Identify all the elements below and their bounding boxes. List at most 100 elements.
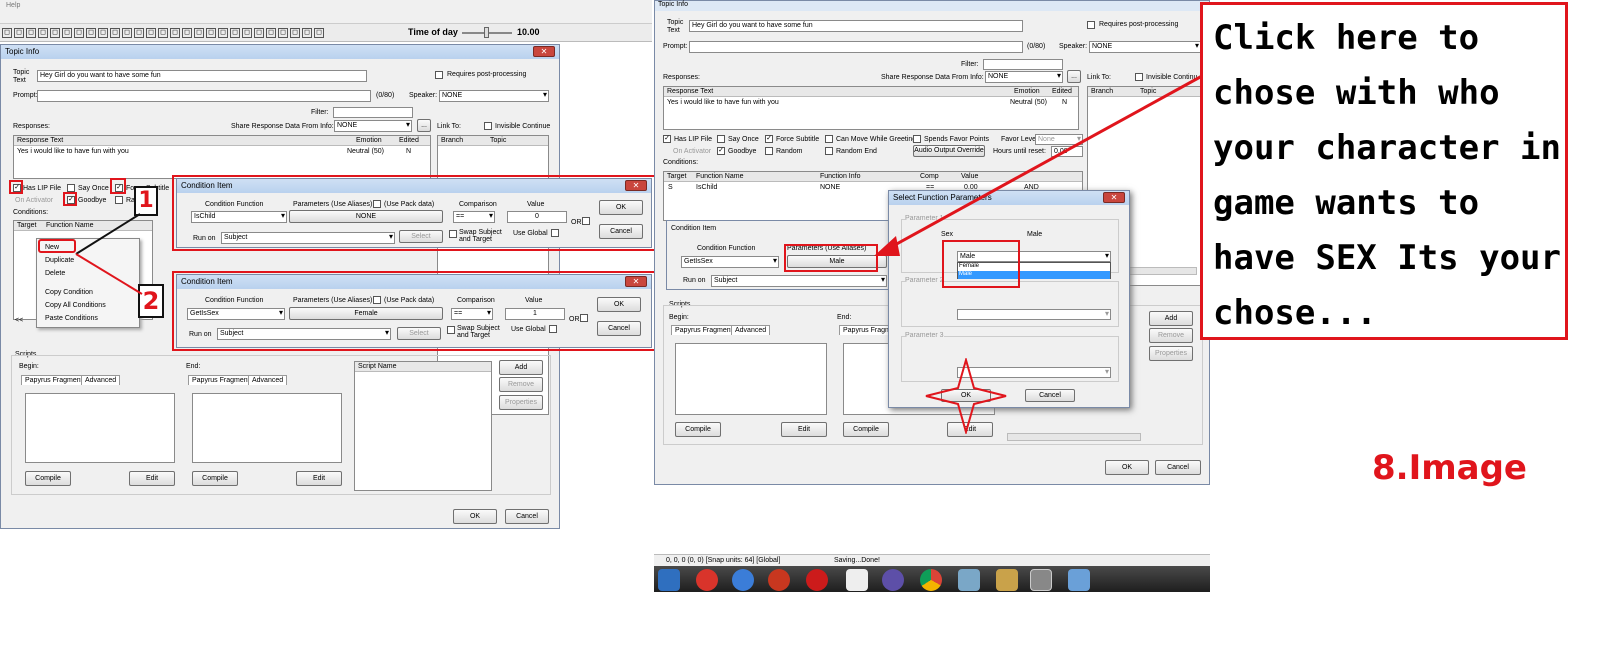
tab-papyrus-fragment[interactable]: Papyrus Fragment [188,375,254,385]
remove-script-button[interactable]: Remove [1149,328,1193,343]
random-label: Random [776,148,803,155]
tab-advanced[interactable]: Advanced [248,375,288,385]
annotation-box: Click here to chose with who your charac… [1200,2,1568,340]
speaker-dropdown[interactable]: NONE [1089,41,1201,53]
condition-function-dropdown[interactable]: GetIsSex [681,256,779,268]
column-header[interactable]: Function Info [820,173,860,180]
prompt-field[interactable] [689,41,1023,53]
properties-button[interactable]: Properties [1149,346,1193,361]
hscroll[interactable] [1007,433,1141,441]
ok-button[interactable]: OK [453,509,497,524]
tab-advanced[interactable]: Advanced [731,325,771,335]
begin-label: Begin: [669,314,689,321]
conditions-label: Conditions: [663,159,699,166]
photo-viewer-icon[interactable] [1068,569,1090,591]
has-lip-checkbox[interactable]: ✓ [663,135,671,143]
properties-button[interactable]: Properties [499,395,543,410]
topic-text-field[interactable]: Hey Girl do you want to have some fun [689,20,1023,32]
begin-label: Begin: [19,363,39,370]
edit-button[interactable]: Edit [129,471,175,486]
media-player-icon[interactable] [658,569,680,591]
goodbye-checkbox[interactable]: ✓ [717,147,725,155]
column-header[interactable]: Response Text [667,88,713,95]
app-blue-icon[interactable] [732,569,754,591]
column-header[interactable]: Script Name [358,363,397,370]
responses-label: Responses: [663,74,700,81]
prompt-count: (0/80) [1027,43,1046,50]
goodbye-label: Goodbye [728,148,757,155]
cond-target-cell: S [668,184,673,191]
say-once-checkbox[interactable] [717,135,725,143]
say-once-label: Say Once [728,136,759,143]
compile-button[interactable]: Compile [25,471,71,486]
paint-icon[interactable] [996,569,1018,591]
cond-info-cell: NONE [820,184,841,191]
document-icon[interactable] [846,569,868,591]
status-bar: 0, 0, 0 (0, 0) [Snap units: 64] [Global]… [654,554,1210,566]
column-header[interactable]: Target [667,173,686,180]
can-move-checkbox[interactable] [825,135,833,143]
column-header[interactable]: Function Name [696,173,743,180]
cancel-button[interactable]: Cancel [1155,460,1201,475]
parameter-2-combo[interactable] [957,309,1111,320]
begin-script-area[interactable] [675,343,827,415]
tab-papyrus-fragment[interactable]: Papyrus Fragment [21,375,87,385]
begin-script-area[interactable] [25,393,175,463]
connector-line-1 [75,213,141,255]
edit-button[interactable]: Edit [781,422,827,437]
prompt-label: Prompt: [663,43,688,50]
arrow-line [881,74,1203,254]
speaker-label: Speaker: [1059,43,1088,50]
tab-papyrus-fragment[interactable]: Papyrus Fragment [671,325,737,335]
star-highlight [925,358,1007,434]
response-text-cell[interactable]: Yes i would like to have fun with you [667,99,779,106]
end-script-area[interactable] [192,393,342,463]
script-name-list[interactable]: Script Name [354,361,492,491]
on-activator-label: On Activator [673,148,712,155]
parameter-3-label: Parameter 3 [905,332,944,339]
has-lip-label: Has LIP File [674,136,712,143]
app-icon[interactable] [958,569,980,591]
compile-button[interactable]: Compile [192,471,238,486]
creation-kit-icon[interactable] [1030,569,1052,591]
connector-line-2 [75,253,143,295]
force-subtitle-checkbox[interactable]: ✓ [765,135,773,143]
window-titlebar: Topic Info [655,1,1209,11]
window-title: Topic Info [658,1,688,8]
add-script-button[interactable]: Add [499,360,543,375]
compile-button[interactable]: Compile [675,422,721,437]
cancel-button[interactable]: Cancel [1025,389,1075,402]
tab-advanced[interactable]: Advanced [81,375,121,385]
opera-icon[interactable] [806,569,828,591]
annotation-text: Click here to chose with who your charac… [1213,18,1561,333]
run-on-label: Run on [683,277,706,284]
dialog-title: Condition Item [671,225,717,232]
annotation-arrow [874,74,1203,256]
cond-function-cell[interactable]: IsChild [696,184,717,191]
force-subtitle-label: Force Subtitle [776,136,820,143]
requires-post-label: Requires post-processing [1099,21,1179,28]
list-header: Script Name [355,362,491,372]
cancel-button[interactable]: Cancel [505,509,549,524]
random-end-checkbox[interactable] [825,147,833,155]
image-label: 8.Image [1372,448,1527,488]
chrome-icon[interactable] [920,569,942,591]
condition-function-label: Condition Function [697,245,756,252]
remove-script-button[interactable]: Remove [499,377,543,392]
random-checkbox[interactable] [765,147,773,155]
edit-button[interactable]: Edit [296,471,342,486]
flash-icon[interactable] [768,569,790,591]
step-connectors [75,213,143,295]
topic-text-label: Topic Text [667,19,684,34]
ok-button[interactable]: OK [1105,460,1149,475]
star-shape [925,358,1007,434]
end-label: End: [186,363,201,370]
status-coords: 0, 0, 0 (0, 0) [Snap units: 64] [Global] [666,557,781,564]
media-icon[interactable] [882,569,904,591]
compile-button[interactable]: Compile [843,422,889,437]
requires-post-checkbox[interactable] [1087,21,1095,29]
taskbar [654,566,1210,592]
add-script-button[interactable]: Add [1149,311,1193,326]
end-label: End: [837,314,852,321]
app-red-icon[interactable] [696,569,718,591]
